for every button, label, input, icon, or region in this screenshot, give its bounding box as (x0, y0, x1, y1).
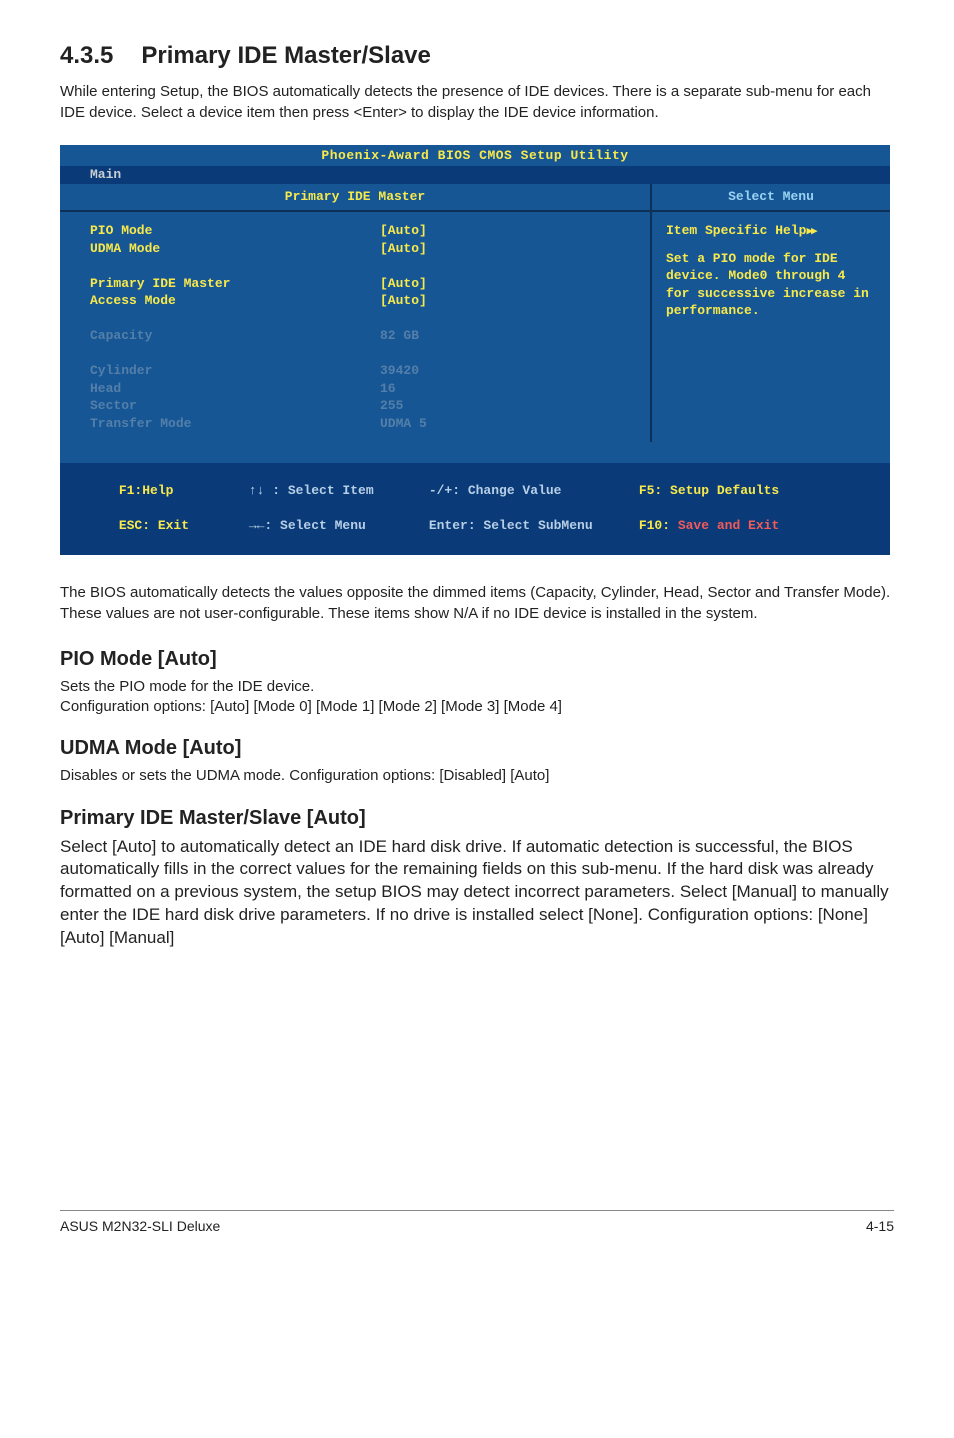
section-heading: 4.3.5 Primary IDE Master/Slave (60, 40, 894, 72)
bios-row-label: Primary IDE Master (90, 275, 380, 293)
footer-leftright: →←: Select Menu (249, 518, 366, 533)
bios-row-label: Transfer Mode (90, 415, 380, 433)
footer-change: -/+: Change Value (429, 483, 562, 498)
bios-left-pane: Primary IDE Master PIO Mode [Auto] UDMA … (60, 184, 650, 462)
footer-esc: ESC: Exit (119, 518, 189, 533)
footer-product: ASUS M2N32-SLI Deluxe (60, 1217, 220, 1236)
udma-mode-desc: Disables or sets the UDMA mode. Configur… (60, 766, 894, 786)
bios-row-spacer (90, 257, 630, 275)
bios-row-value: [Auto] (380, 240, 427, 258)
bios-row-value: 82 GB (380, 327, 419, 345)
bios-row-primary-master[interactable]: Primary IDE Master [Auto] (90, 275, 630, 293)
footer-f1: F1:Help (119, 483, 174, 498)
post-bios-paragraph: The BIOS automatically detects the value… (60, 583, 894, 624)
section-number: 4.3.5 (60, 40, 113, 72)
footer-f5: F5: Setup Defaults (639, 483, 779, 498)
bios-title: Phoenix-Award BIOS CMOS Setup Utility (60, 145, 890, 167)
bios-left-title: Primary IDE Master (60, 184, 650, 212)
page-footer: ASUS M2N32-SLI Deluxe 4-15 (60, 1210, 894, 1236)
bios-tab-main[interactable]: Main (82, 166, 129, 184)
bios-row-value: 16 (380, 380, 396, 398)
bios-row-access-mode[interactable]: Access Mode [Auto] (90, 292, 630, 310)
bios-row-head: Head 16 (90, 380, 630, 398)
bios-row-transfer-mode: Transfer Mode UDMA 5 (90, 415, 630, 433)
bios-row-value: 255 (380, 397, 403, 415)
footer-enter: Enter: Select SubMenu (429, 518, 593, 533)
bios-row-spacer (90, 310, 630, 328)
bios-row-value: [Auto] (380, 292, 427, 310)
bios-row-label: Head (90, 380, 380, 398)
bios-row-value: [Auto] (380, 275, 427, 293)
pio-mode-desc: Sets the PIO mode for the IDE device. Co… (60, 677, 894, 718)
bios-row-spacer (90, 345, 630, 363)
footer-f10: F10: Save and Exit (639, 518, 779, 533)
bios-panel: Phoenix-Award BIOS CMOS Setup Utility Ma… (60, 145, 890, 555)
bios-right-pane: Select Menu Item Specific Help▶▶ Set a P… (650, 184, 890, 462)
bios-row-pio[interactable]: PIO Mode [Auto] (90, 222, 630, 240)
bios-tabbar: Main (60, 166, 890, 184)
bios-left-content: PIO Mode [Auto] UDMA Mode [Auto] Primary… (60, 212, 650, 463)
bios-row-value: UDMA 5 (380, 415, 427, 433)
bios-row-sector: Sector 255 (90, 397, 630, 415)
bios-help-content: Item Specific Help▶▶ Set a PIO mode for … (650, 212, 890, 442)
bios-row-label: PIO Mode (90, 222, 380, 240)
bios-row-label: Sector (90, 397, 380, 415)
udma-mode-heading: UDMA Mode [Auto] (60, 735, 894, 762)
bios-row-label: UDMA Mode (90, 240, 380, 258)
bios-row-label: Capacity (90, 327, 380, 345)
help-arrow-icon: ▶▶ (806, 226, 815, 238)
primary-ide-desc: Select [Auto] to automatically detect an… (60, 836, 894, 951)
bios-row-value: [Auto] (380, 222, 427, 240)
bios-row-label: Cylinder (90, 362, 380, 380)
bios-right-title: Select Menu (650, 184, 890, 212)
section-intro: While entering Setup, the BIOS automatic… (60, 82, 894, 123)
bios-help-heading: Item Specific Help▶▶ (666, 222, 876, 240)
section-title-text: Primary IDE Master/Slave (141, 42, 431, 69)
bios-row-cylinder: Cylinder 39420 (90, 362, 630, 380)
bios-row-value: 39420 (380, 362, 419, 380)
footer-updown: ↑↓ : Select Item (249, 483, 374, 498)
pio-mode-heading: PIO Mode [Auto] (60, 646, 894, 673)
bios-row-capacity: Capacity 82 GB (90, 327, 630, 345)
footer-page-number: 4-15 (866, 1217, 894, 1236)
primary-ide-heading: Primary IDE Master/Slave [Auto] (60, 805, 894, 832)
bios-row-udma[interactable]: UDMA Mode [Auto] (90, 240, 630, 258)
bios-help-body: Set a PIO mode for IDE device. Mode0 thr… (666, 250, 876, 320)
bios-row-label: Access Mode (90, 292, 380, 310)
bios-footer: F1:Help ESC: Exit ↑↓ : Select Item →←: S… (60, 463, 890, 556)
